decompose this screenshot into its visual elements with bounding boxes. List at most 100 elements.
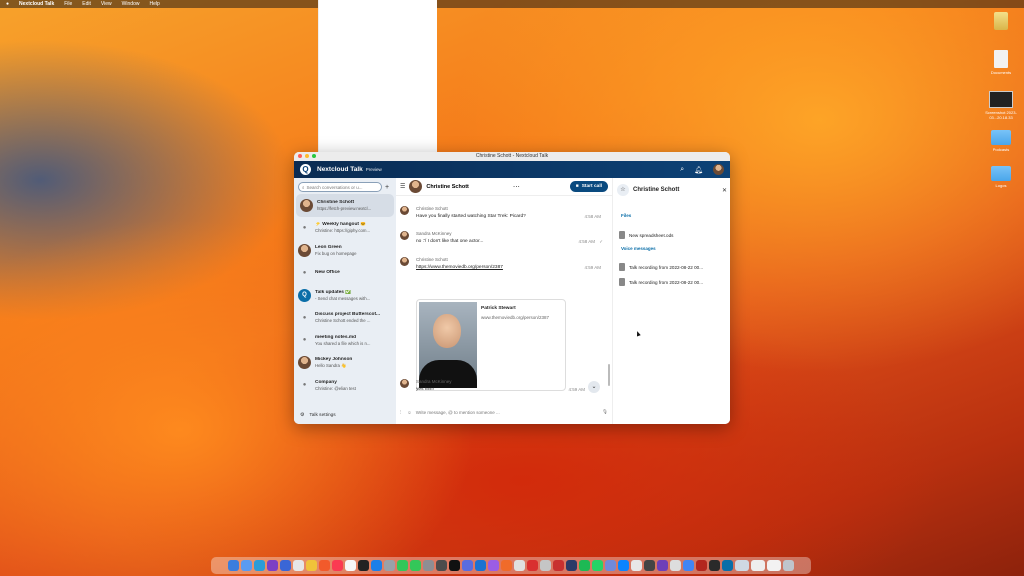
- menu-help[interactable]: Help: [149, 1, 159, 7]
- menu-edit[interactable]: Edit: [82, 1, 91, 7]
- app-icon[interactable]: [436, 560, 447, 571]
- app-icon[interactable]: [670, 560, 681, 571]
- avatar: [298, 356, 311, 370]
- notes-icon[interactable]: [306, 560, 317, 571]
- nextcloud-talk-icon[interactable]: [722, 560, 733, 571]
- minimize-window-button[interactable]: [305, 154, 309, 158]
- menubar-date-text[interactable]: Thursday 00: March 8:43: [349, 111, 370, 135]
- start-call-button[interactable]: ■ Start call: [569, 181, 608, 192]
- close-icon[interactable]: ✕: [722, 187, 727, 194]
- menu-window[interactable]: Window: [122, 1, 140, 7]
- app-icon[interactable]: [644, 560, 655, 571]
- whatsapp-icon[interactable]: [592, 560, 603, 571]
- conversation-item-company[interactable]: ● Company Christine: @elian test: [294, 374, 396, 397]
- app-icon[interactable]: [696, 560, 707, 571]
- trash-icon[interactable]: [783, 560, 794, 571]
- more-options-icon[interactable]: ⋯: [513, 183, 520, 191]
- voice-message-item[interactable]: Talk recording from 2022-08-22 00...: [619, 278, 703, 286]
- attachment-icon[interactable]: ⫶: [400, 410, 401, 415]
- battery-percent[interactable]: 100%: [382, 120, 395, 126]
- window-thumbnail[interactable]: [767, 560, 781, 571]
- music-icon[interactable]: [332, 560, 343, 571]
- app-icon[interactable]: [514, 560, 525, 571]
- terminal-icon[interactable]: [449, 560, 460, 571]
- window-thumbnail[interactable]: [735, 560, 749, 571]
- settings-icon[interactable]: [384, 560, 395, 571]
- desktop-icon-drive[interactable]: [981, 12, 1021, 32]
- app-icon[interactable]: [501, 560, 512, 571]
- message-input[interactable]: Write message, @ to mention someone ...: [416, 410, 599, 415]
- chat-scrollbar[interactable]: [608, 364, 610, 386]
- app-icon[interactable]: [540, 560, 551, 571]
- chrome-icon[interactable]: [683, 560, 694, 571]
- window-thumbnail[interactable]: [751, 560, 765, 571]
- app-icon[interactable]: [462, 560, 473, 571]
- close-window-button[interactable]: [298, 154, 302, 158]
- app-icon[interactable]: [605, 560, 616, 571]
- desktop-icon-podcasts[interactable]: Podcasts: [981, 130, 1021, 152]
- user-avatar[interactable]: [713, 164, 724, 175]
- menu-icon[interactable]: ☰: [400, 183, 405, 190]
- desktop-icon-documents[interactable]: Documents: [981, 50, 1021, 75]
- app-icon[interactable]: [423, 560, 434, 571]
- link-preview-card[interactable]: Patrick Stewart www.themoviedb.org/perso…: [416, 299, 566, 391]
- photos-icon[interactable]: [319, 560, 330, 571]
- spotify-icon[interactable]: [579, 560, 590, 571]
- conversation-item-mickey-johnson[interactable]: Mickey Johnson Hello Sandra 👋: [294, 352, 396, 375]
- messages-icon[interactable]: [397, 560, 408, 571]
- safari-icon[interactable]: [241, 560, 252, 571]
- notifications-bell-icon[interactable]: 🔔︎: [694, 166, 703, 174]
- app-icon[interactable]: [488, 560, 499, 571]
- facetime-icon[interactable]: [410, 560, 421, 571]
- conversation-item-meeting-notes[interactable]: ● meeting notes.md You shared a file whic…: [294, 329, 396, 352]
- app-store-icon[interactable]: [371, 560, 382, 571]
- window-titlebar[interactable]: Christine Schott - Nextcloud Talk: [294, 152, 730, 161]
- app-icon[interactable]: [280, 560, 291, 571]
- app-icon[interactable]: [267, 560, 278, 571]
- app-icon[interactable]: [709, 560, 720, 571]
- conversation-item-talk-updates[interactable]: Q Talk updates ✅ - Send chat messages wit…: [294, 284, 396, 307]
- avatar: [400, 257, 409, 266]
- apple-icon[interactable]: ●: [6, 1, 9, 7]
- message-link[interactable]: https://www.themoviedb.org/person/2387: [416, 265, 503, 270]
- telegram-icon[interactable]: [254, 560, 265, 571]
- app-icon[interactable]: [475, 560, 486, 571]
- conversation-item-discuss-project[interactable]: ● Discuss project Butterscot... Christine…: [294, 307, 396, 330]
- zoom-window-button[interactable]: [312, 154, 316, 158]
- chat-title[interactable]: Christine Schott: [426, 184, 468, 190]
- desktop-icon-screenshot[interactable]: Screenshot 2023-03...20.18.33: [981, 91, 1021, 120]
- menubar-app-name[interactable]: Nextcloud Talk: [19, 1, 54, 7]
- favorite-star-icon[interactable]: ☆: [617, 184, 629, 196]
- conversation-item-leon-green[interactable]: Leon Green Fix bug on homepage: [294, 239, 396, 262]
- filezilla-icon[interactable]: [553, 560, 564, 571]
- folder-icon: [991, 130, 1011, 145]
- desktop-icon-logos[interactable]: Logos: [981, 166, 1021, 188]
- talk-settings-button[interactable]: ⚙ Talk settings: [300, 413, 336, 418]
- new-conversation-button[interactable]: +: [382, 184, 392, 191]
- voice-message-item[interactable]: Talk recording from 2022-08-22 00...: [619, 263, 703, 271]
- app-icon[interactable]: [345, 560, 356, 571]
- conversation-item-christine-schott[interactable]: Christine Schott https://fetch-preview.ne…: [296, 194, 394, 217]
- search-icon[interactable]: ⌕: [680, 166, 684, 174]
- shared-file-item[interactable]: New spreadsheet.ods: [619, 231, 673, 239]
- menubar-clock[interactable]: Thu 8. Mar 08:43: [425, 111, 438, 135]
- scroll-to-bottom-button[interactable]: ⌄: [588, 381, 600, 393]
- window-controls: [298, 154, 316, 158]
- app-icon[interactable]: [618, 560, 629, 571]
- finder-icon[interactable]: [228, 560, 239, 571]
- menu-file[interactable]: File: [64, 1, 72, 7]
- conversation-item-weekly-hangout[interactable]: ● ⚡ Weekly hangout 🐱 Christine: https://g…: [294, 217, 396, 240]
- app-icon[interactable]: [566, 560, 577, 571]
- app-icon[interactable]: [527, 560, 538, 571]
- conversation-sidebar: ⌕ Search conversations or u... + Christi…: [294, 178, 396, 424]
- emoji-icon[interactable]: ☺: [407, 410, 412, 415]
- microphone-icon[interactable]: 🎙︎: [602, 409, 608, 415]
- conversation-item-new-office[interactable]: ● New Office: [294, 262, 396, 285]
- app-icon[interactable]: [631, 560, 642, 571]
- avatar[interactable]: [409, 180, 423, 193]
- menu-view[interactable]: View: [101, 1, 112, 7]
- app-icon[interactable]: [657, 560, 668, 571]
- calendar-icon[interactable]: [293, 560, 304, 571]
- tv-icon[interactable]: [358, 560, 369, 571]
- conversation-search-input[interactable]: ⌕ Search conversations or u...: [298, 182, 382, 192]
